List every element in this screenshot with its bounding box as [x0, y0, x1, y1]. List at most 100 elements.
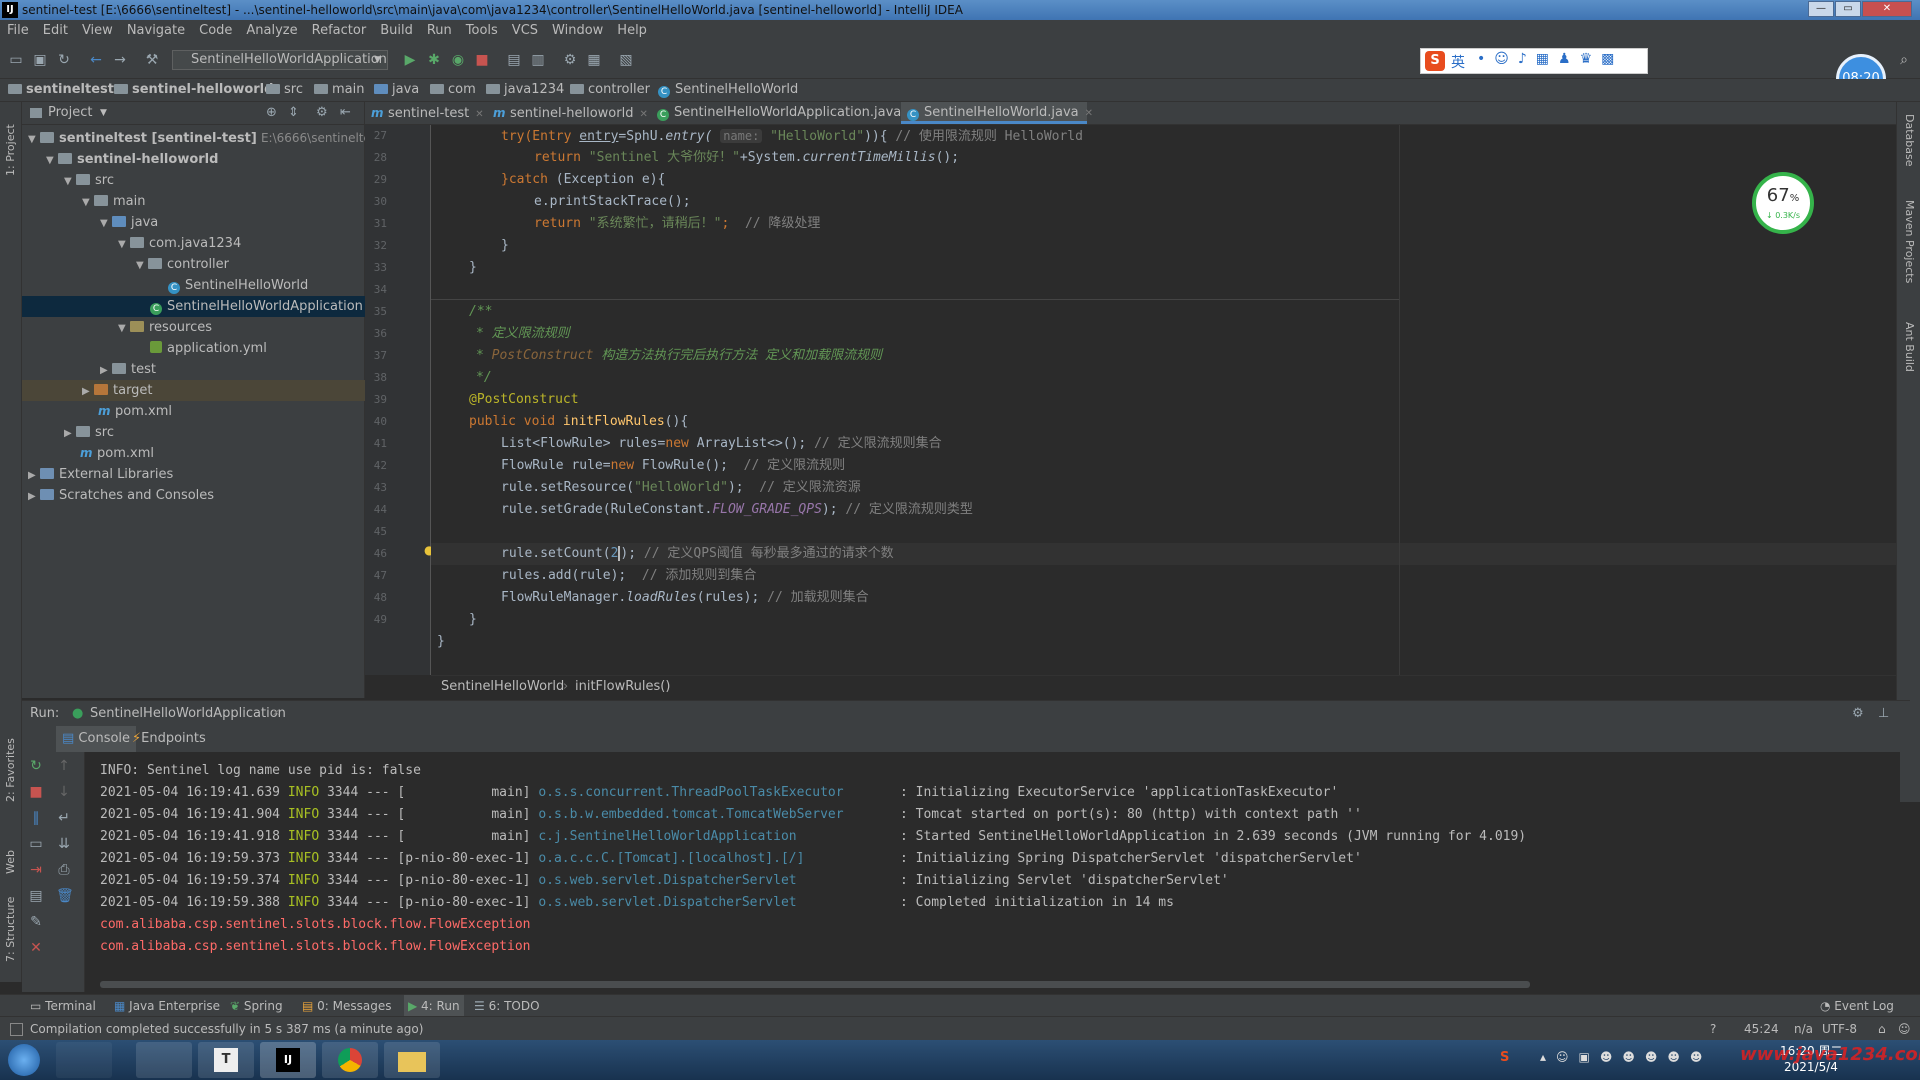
forward-icon[interactable]: → [112, 52, 128, 68]
tree-item-src[interactable]: ▶ src [22, 422, 406, 443]
maximize-button[interactable]: ▭ [1835, 1, 1861, 17]
menu-edit[interactable]: Edit [36, 20, 75, 42]
sogou-tray-icon[interactable]: S [1500, 1050, 1509, 1065]
tab-sentinel-helloworld[interactable]: m sentinel-helloworld ✕ [487, 102, 653, 124]
menu-window[interactable]: Window [545, 20, 610, 42]
tree-item-main[interactable]: ▼ main [22, 191, 424, 212]
ime-toolbar[interactable]: S 英 •☺♪▦♟♛▩ [1420, 48, 1648, 74]
tab-sentinel-test[interactable]: m sentinel-test ✕ [365, 102, 489, 124]
messages-tool-button[interactable]: ▤ 0: Messages [302, 995, 392, 1017]
tree-item-root[interactable]: ▼ sentineltest [sentinel-test] E:\6666\se… [22, 128, 382, 149]
gear-icon[interactable]: ⚙ [316, 102, 328, 124]
breadcrumb-class[interactable]: SentinelHelloWorld [441, 676, 564, 698]
nav-crumb[interactable]: src [266, 79, 303, 101]
inspector-icon[interactable]: ☺ [1898, 1017, 1911, 1041]
locate-icon[interactable]: ⊕ [266, 102, 277, 124]
close-tab-icon[interactable]: ✕ [272, 701, 280, 727]
nav-crumb[interactable]: C SentinelHelloWorld [658, 79, 798, 101]
gear-icon[interactable]: ⚙ [1852, 701, 1864, 727]
sdk-icon[interactable]: ▧ [618, 52, 634, 68]
taskbar-app-explorer[interactable] [384, 1042, 440, 1078]
menu-navigate[interactable]: Navigate [120, 20, 192, 42]
terminal-tool-button[interactable]: ▭ Terminal [30, 995, 96, 1017]
build-icon[interactable]: ⚒ [144, 52, 160, 68]
start-button[interactable] [8, 1044, 40, 1076]
nav-crumb[interactable]: sentinel-helloworld [114, 79, 273, 101]
menu-help[interactable]: Help [610, 20, 654, 42]
menu-view[interactable]: View [75, 20, 120, 42]
taskbar-app-chrome[interactable] [322, 1042, 378, 1078]
nav-crumb[interactable]: sentineltest [8, 79, 114, 101]
close-icon[interactable]: ✕ [28, 940, 44, 956]
java-enterprise-tool-button[interactable]: ▦ Java Enterprise [114, 995, 220, 1017]
search-icon[interactable]: ⌕ [1896, 52, 1912, 68]
stop-icon[interactable]: ■ [474, 52, 490, 68]
soft-wrap-icon[interactable]: ↵ [56, 810, 72, 826]
collapse-icon[interactable]: ⇕ [288, 102, 299, 124]
nav-crumb[interactable]: java [374, 79, 419, 101]
close-tab-icon[interactable]: ✕ [639, 109, 647, 120]
tree-item-module[interactable]: ▼ sentinel-helloworld [22, 149, 388, 170]
open-folder-icon[interactable]: ▭ [8, 52, 24, 68]
close-tab-icon[interactable]: ✕ [1085, 108, 1093, 119]
toggle-tool-windows-icon[interactable] [10, 1023, 23, 1036]
tree-item-scratches[interactable]: ▶ Scratches and Consoles [22, 485, 370, 506]
print-icon[interactable]: ⎙ [56, 862, 72, 878]
settings-icon[interactable]: ⚙ [562, 52, 578, 68]
pin-icon[interactable]: ✎ [28, 914, 44, 930]
lock-icon[interactable]: ⌂ [1878, 1017, 1886, 1041]
run-config-select[interactable]: SentinelHelloWorldApplication ▼ [172, 50, 388, 70]
tree-item-libraries[interactable]: ▶ External Libraries [22, 464, 370, 485]
tree-item-src[interactable]: ▼ src [22, 170, 406, 191]
menu-run[interactable]: Run [420, 20, 459, 42]
menu-tools[interactable]: Tools [459, 20, 505, 42]
structure-icon[interactable]: ▦ [586, 52, 602, 68]
nav-crumb[interactable]: com [430, 79, 476, 101]
tray-icons[interactable]: ▴☺▣☻☻☻☻☻ [1540, 1050, 1712, 1064]
update-icon[interactable]: ▤ [506, 52, 522, 68]
event-log-button[interactable]: ◔ Event Log [1820, 995, 1894, 1017]
close-button[interactable]: ✕ [1862, 1, 1912, 17]
taskbar-app-intellij[interactable]: IJ [260, 1042, 316, 1078]
scroll-end-icon[interactable]: ⇊ [56, 836, 72, 852]
line-separator[interactable]: n/a [1794, 1017, 1813, 1041]
menu-file[interactable]: File [0, 20, 36, 42]
menu-refactor[interactable]: Refactor [305, 20, 374, 42]
nav-crumb[interactable]: main [314, 79, 364, 101]
menu-analyze[interactable]: Analyze [239, 20, 304, 42]
back-icon[interactable]: ← [88, 52, 104, 68]
horizontal-scrollbar[interactable] [100, 981, 1530, 988]
pause-icon[interactable]: ∥ [28, 810, 44, 826]
coverage-icon[interactable]: ◉ [450, 52, 466, 68]
favorites-tool-button[interactable]: 2: Favorites [4, 738, 17, 802]
run-icon[interactable]: ▶ [402, 52, 418, 68]
console-output[interactable]: INFO: Sentinel log name use pid is: fals… [85, 752, 1900, 992]
taskbar-app-color[interactable] [56, 1042, 112, 1078]
close-tab-icon[interactable]: ✕ [475, 109, 483, 120]
nav-crumb[interactable]: controller [570, 79, 650, 101]
save-all-icon[interactable]: ▣ [32, 52, 48, 68]
exit-icon[interactable]: ⇥ [28, 862, 44, 878]
tab-console[interactable]: ▤ Console [56, 726, 137, 752]
chevron-down-icon[interactable]: ▼ [100, 102, 107, 124]
tab-application-java[interactable]: CSentinelHelloWorldApplication.java✕ [651, 102, 916, 124]
structure-tool-button[interactable]: 7: Structure [4, 897, 17, 962]
deploy-icon[interactable]: ▥ [530, 52, 546, 68]
layout-icon[interactable]: ▤ [28, 888, 44, 904]
minimize-button[interactable]: — [1808, 1, 1834, 17]
run-config-tab[interactable]: SentinelHelloWorldApplication [90, 701, 286, 727]
hide-icon[interactable]: ⇤ [340, 102, 351, 124]
taskbar-app-browser[interactable] [136, 1042, 192, 1078]
breadcrumb-method[interactable]: initFlowRules() [575, 676, 670, 698]
run-tool-button[interactable]: ▶ 4: Run [404, 995, 464, 1017]
project-panel-title[interactable]: Project [48, 102, 92, 124]
up-icon[interactable]: ↑ [56, 758, 72, 774]
database-tool-button[interactable]: Database [1903, 114, 1916, 167]
tab-endpoints[interactable]: ⚡Endpoints [132, 726, 206, 752]
nav-crumb[interactable]: java1234 [486, 79, 564, 101]
project-tool-button[interactable]: 1: Project [4, 124, 17, 176]
cursor-position[interactable]: 45:24 [1744, 1017, 1779, 1041]
web-tool-button[interactable]: Web [4, 850, 17, 874]
rerun-icon[interactable]: ↻ [28, 758, 44, 774]
file-encoding[interactable]: UTF-8 [1822, 1017, 1857, 1041]
